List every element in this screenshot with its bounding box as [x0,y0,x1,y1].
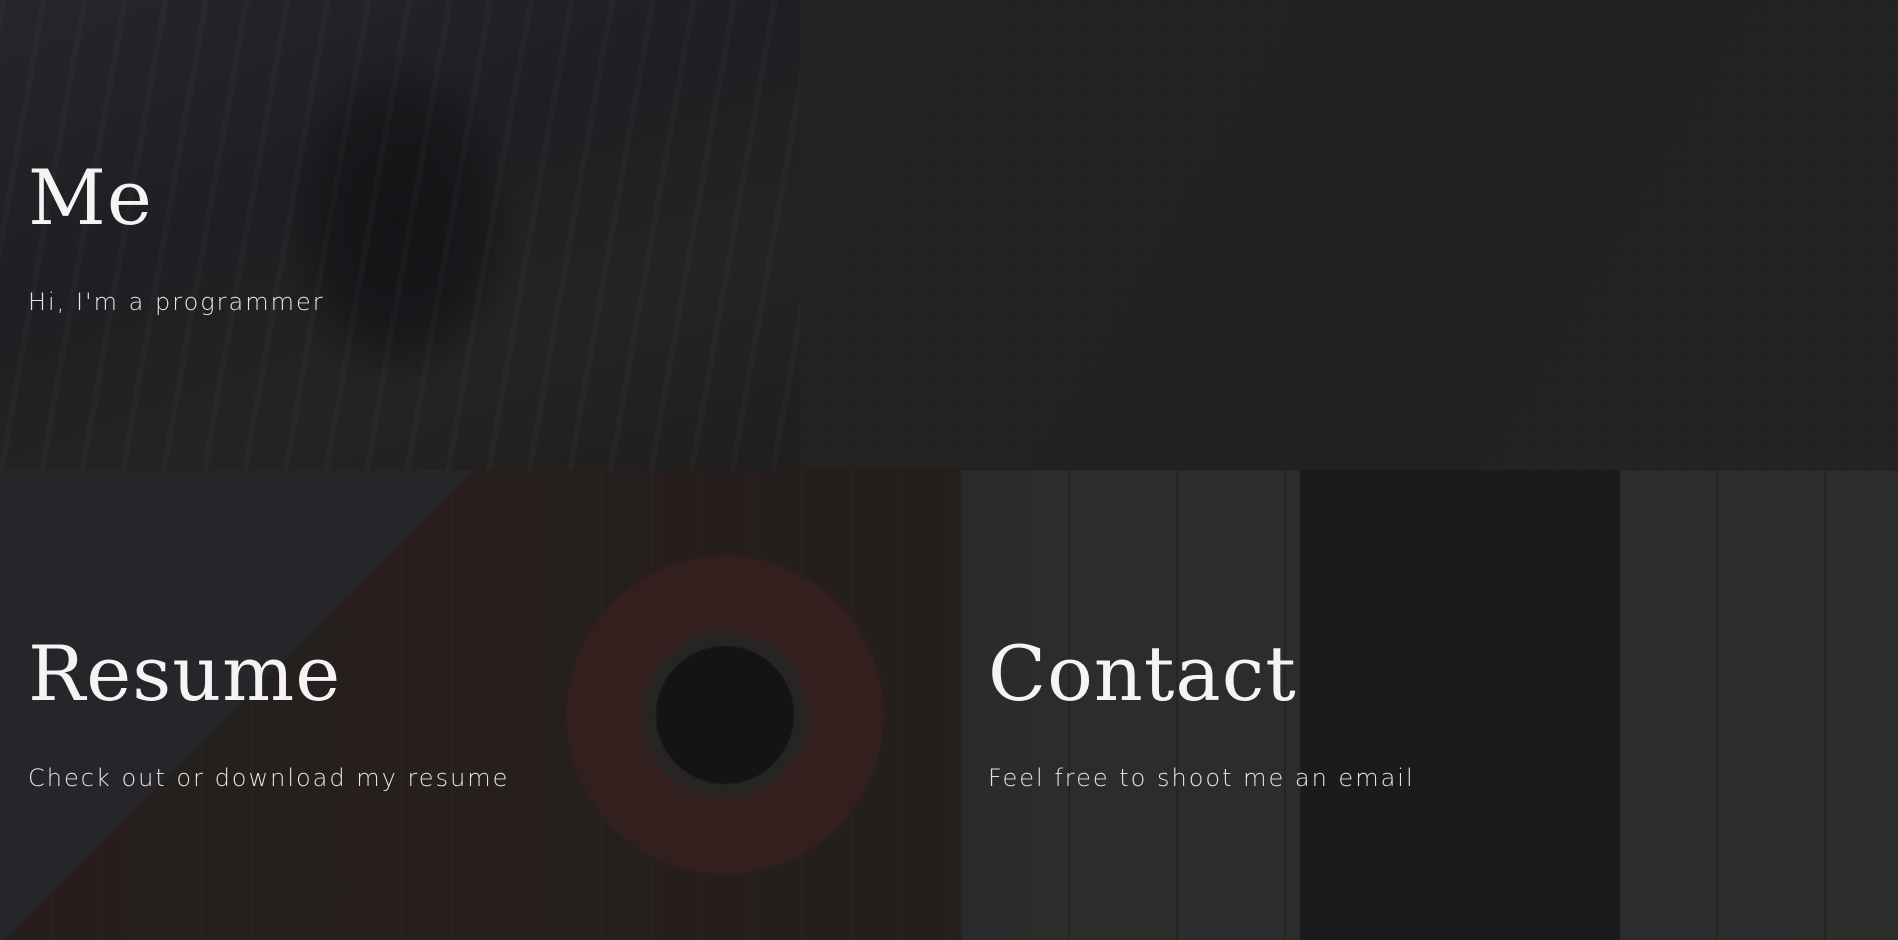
resume-tile[interactable]: Resume Check out or download my resume [0,470,960,940]
blueprint-tile [800,0,1898,470]
resume-subtitle: Check out or download my resume [28,764,510,792]
resume-content: Resume Check out or download my resume [28,629,510,793]
blueprint-overlay [800,0,1898,470]
me-subtitle: Hi, I'm a programmer [28,288,325,316]
contact-content: Contact Feel free to shoot me an email [988,629,1415,793]
contact-title: Contact [988,629,1297,718]
me-tile[interactable]: Me Hi, I'm a programmer [0,0,800,470]
tile-grid: Me Hi, I'm a programmer Resume Check out… [0,0,1898,940]
contact-tile[interactable]: Contact Feel free to shoot me an email [960,470,1898,940]
me-title: Me [28,153,153,242]
contact-subtitle: Feel free to shoot me an email [988,764,1415,792]
resume-title: Resume [28,629,342,718]
me-content: Me Hi, I'm a programmer [28,153,325,317]
